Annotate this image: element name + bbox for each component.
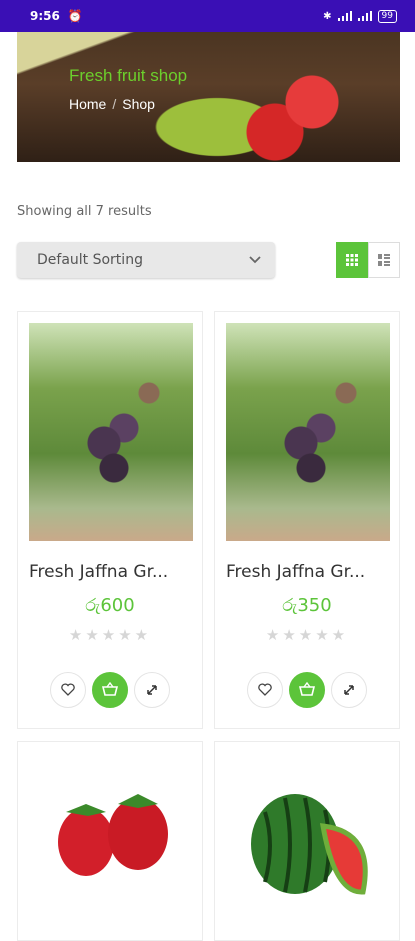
product-price: රු350 — [282, 595, 332, 616]
alarm-icon: ⏰ — [67, 9, 83, 23]
product-image[interactable] — [29, 323, 193, 541]
breadcrumb-separator: / — [112, 96, 117, 112]
breadcrumb: Home / Shop — [69, 96, 155, 112]
product-name[interactable]: Fresh Jaffna Gr... — [29, 562, 193, 582]
hero-banner: Fresh fruit shop Home / Shop — [17, 32, 400, 162]
list-icon — [378, 251, 390, 270]
status-bar: 9:56 ⏰ ✱ 99 — [0, 0, 415, 32]
status-time: 9:56 — [30, 9, 60, 23]
product-card[interactable] — [214, 741, 400, 941]
compare-arrows-icon — [343, 681, 355, 700]
product-image[interactable] — [225, 782, 391, 902]
basket-icon — [298, 681, 316, 700]
page-title: Fresh fruit shop — [69, 66, 188, 85]
heart-icon — [61, 681, 75, 700]
results-count: Showing all 7 results — [17, 204, 152, 219]
add-to-cart-button[interactable] — [289, 672, 325, 708]
wishlist-button[interactable] — [247, 672, 283, 708]
view-toggle — [336, 242, 400, 278]
rating-stars: ★★★★★ — [265, 626, 349, 644]
product-card[interactable] — [17, 741, 203, 941]
sort-select[interactable]: Default Sorting — [17, 242, 275, 278]
rating-stars: ★★★★★ — [68, 626, 152, 644]
heart-icon — [258, 681, 272, 700]
product-price: රු600 — [85, 595, 135, 616]
basket-icon — [101, 681, 119, 700]
add-to-cart-button[interactable] — [92, 672, 128, 708]
product-card[interactable]: Fresh Jaffna Gr... රු350 ★★★★★ — [214, 311, 400, 729]
product-card[interactable]: Fresh Jaffna Gr... රු600 ★★★★★ — [17, 311, 203, 729]
grid-icon — [346, 251, 358, 270]
battery-icon: 99 — [377, 9, 397, 23]
sort-selected-label: Default Sorting — [37, 252, 143, 268]
wishlist-button[interactable] — [50, 672, 86, 708]
product-actions — [215, 672, 399, 708]
compare-button[interactable] — [331, 672, 367, 708]
product-actions — [18, 672, 202, 708]
bluetooth-icon: ✱ — [323, 10, 332, 22]
breadcrumb-home[interactable]: Home — [69, 96, 106, 112]
chevron-down-icon — [249, 252, 261, 268]
product-image[interactable] — [28, 782, 194, 902]
signal-icon-2 — [357, 11, 372, 21]
product-name[interactable]: Fresh Jaffna Gr... — [226, 562, 390, 582]
breadcrumb-shop: Shop — [122, 96, 155, 112]
grid-view-button[interactable] — [336, 242, 368, 278]
product-image[interactable] — [226, 323, 390, 541]
compare-button[interactable] — [134, 672, 170, 708]
signal-icon — [337, 11, 352, 21]
list-view-button[interactable] — [368, 242, 400, 278]
compare-arrows-icon — [146, 681, 158, 700]
